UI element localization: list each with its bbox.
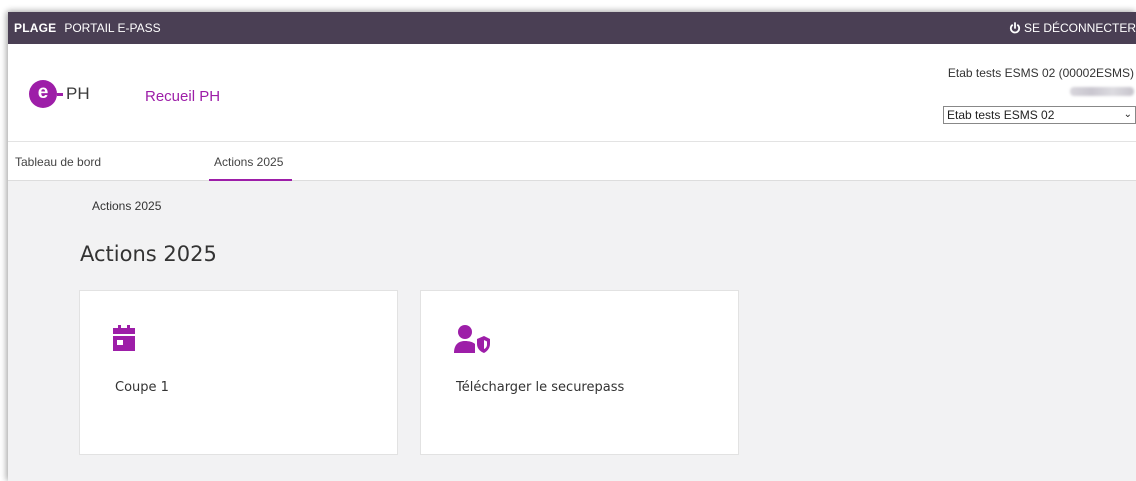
establishment-name: Etab tests ESMS 02 (00002ESMS) (947, 66, 1134, 80)
logout-label: SE DÉCONNECTER (1023, 21, 1136, 35)
eph-logo[interactable]: e PH (29, 80, 90, 108)
tab-actions-2025[interactable]: Actions 2025 (214, 155, 283, 169)
logout-button[interactable]: SE DÉCONNECTER (1009, 12, 1136, 44)
establishment-select-value: Etab tests ESMS 02 (947, 108, 1055, 122)
app-title[interactable]: Recueil PH (145, 88, 220, 105)
card-label: Télécharger le securepass (456, 380, 625, 395)
logo-dash (57, 92, 63, 96)
calendar-icon (113, 325, 135, 351)
user-shield-icon (454, 325, 490, 353)
page-title: Actions 2025 (80, 242, 217, 266)
action-card-coupe-1[interactable]: Coupe 1 (79, 290, 398, 455)
logo-e-badge: e (29, 80, 57, 108)
portal-link[interactable]: PORTAIL E-PASS (64, 21, 160, 35)
chevron-down-icon: ⌄ (1123, 109, 1132, 120)
breadcrumb: Actions 2025 (92, 199, 162, 213)
blurred-user-info (1070, 87, 1134, 96)
header: e PH Recueil PH Etab tests ESMS 02 (0000… (8, 44, 1136, 141)
action-card-download-securepass[interactable]: Télécharger le securepass (420, 290, 739, 455)
logo-text: PH (66, 84, 90, 103)
tab-tableau-de-bord[interactable]: Tableau de bord (15, 155, 101, 169)
app-window: PLAGE PORTAIL E-PASS SE DÉCONNECTER e PH… (8, 12, 1136, 481)
active-tab-indicator (209, 179, 292, 181)
card-label: Coupe 1 (115, 380, 169, 395)
establishment-select[interactable]: Etab tests ESMS 02 ⌄ (943, 106, 1136, 124)
power-icon (1009, 22, 1021, 34)
tab-bar: Tableau de bord Actions 2025 (8, 141, 1136, 181)
brand-label[interactable]: PLAGE (14, 21, 56, 35)
top-bar: PLAGE PORTAIL E-PASS SE DÉCONNECTER (8, 12, 1136, 44)
